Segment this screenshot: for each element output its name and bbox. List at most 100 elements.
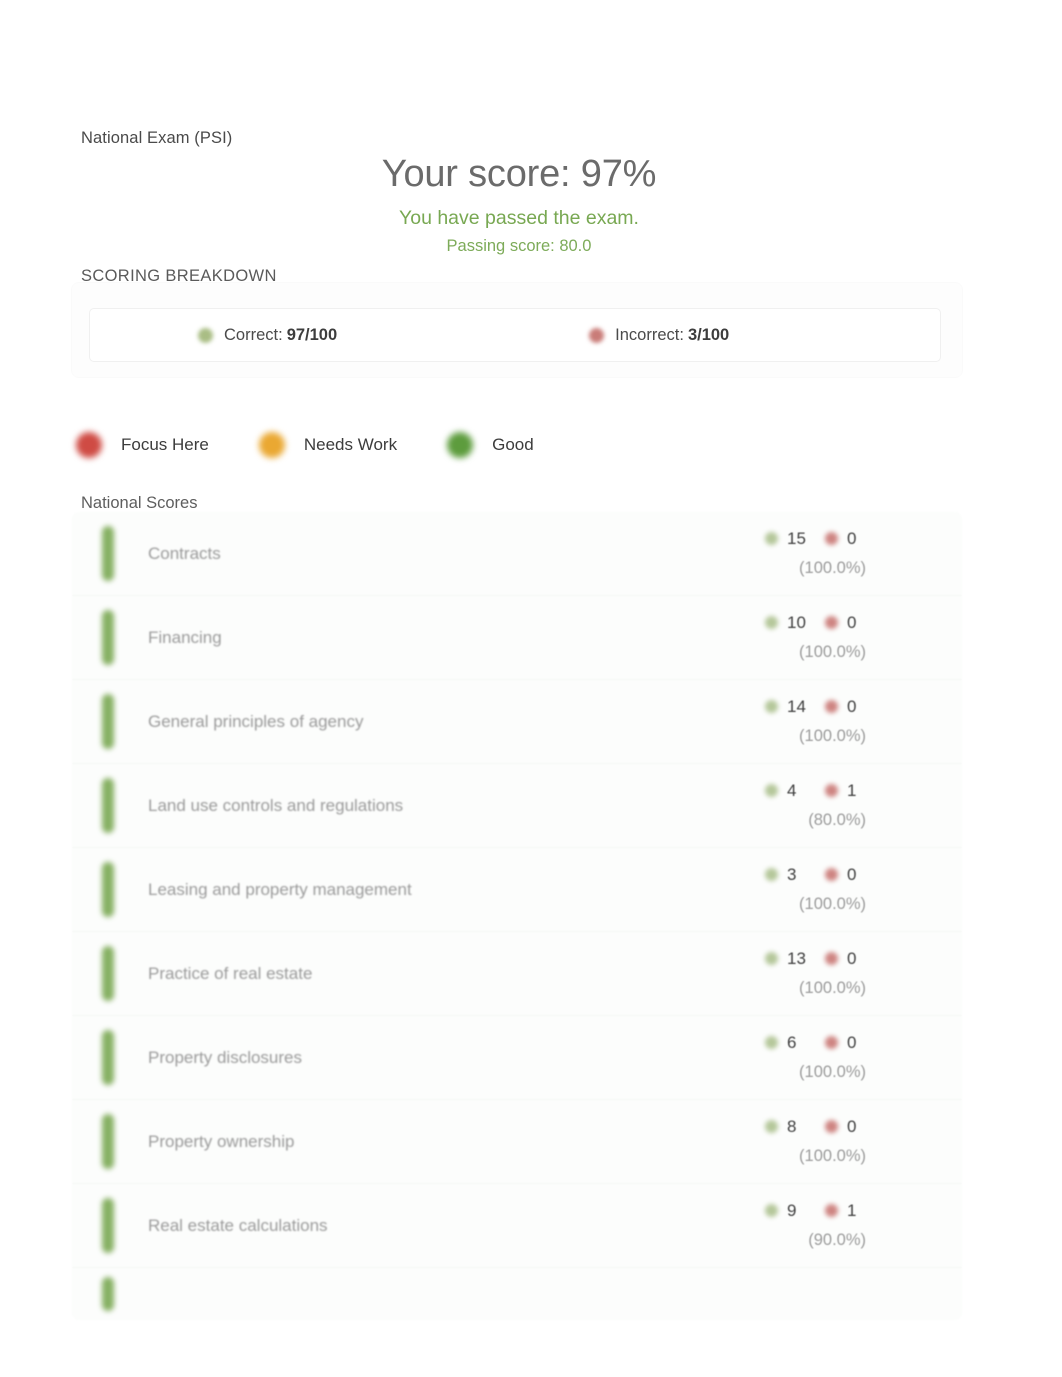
correct-count: 10 [787,612,806,632]
row-stats: 14 0 (100.0%) [722,698,962,746]
category-label: Property ownership [148,1131,295,1151]
incorrect-count: 1 [847,1200,857,1220]
correct-dot-icon [765,699,778,713]
correct-dot-icon [765,951,778,965]
correct-dot-icon [765,1035,778,1049]
row-counts: 14 0 [722,698,867,715]
row-counts: 91 [722,1202,867,1219]
row-percent: (90.0%) [808,1230,866,1249]
row-stats: 13 0 (100.0%) [722,950,962,998]
correct-dot-icon [765,531,778,545]
row-stats: 10 0 (100.0%) [722,614,962,662]
national-scores-table: Contracts 15 0 (100.0%) Financing 10 0 (100.0%)… [72,512,962,1320]
row-percent: (80.0%) [808,810,866,829]
incorrect-count: 0 [847,612,857,632]
category-label: Practice of real estate [148,963,313,983]
score-summary: Your score: 97% You have passed the exam… [81,152,957,259]
status-bar-icon [102,610,114,665]
correct-dot-icon [765,1119,778,1133]
table-row[interactable] [72,1268,962,1320]
row-percent: (100.0%) [799,894,866,913]
status-bar-icon [102,862,114,917]
legend-item-needs-work: Needs Work [258,432,397,458]
scoring-breakdown-inner: Correct: 97/100 Incorrect: 3/100 [89,308,941,362]
pass-message: You have passed the exam. [399,206,639,229]
row-counts: 10 0 [722,614,867,631]
incorrect-dot-icon [589,327,605,343]
status-bar-icon [102,1030,114,1085]
row-counts: 13 0 [722,950,867,967]
status-bar-icon [102,1198,114,1253]
incorrect-dot-icon [825,1035,838,1049]
row-percent: (100.0%) [799,558,866,577]
row-stats: 9 1 (90.0%) [722,1202,962,1250]
correct-count: 9 [787,1200,797,1220]
correct-count: 15 [787,528,806,548]
row-stats: 15 0 (100.0%) [722,530,962,578]
incorrect-dot-icon [825,951,838,965]
focus-here-dot-icon [76,432,102,458]
table-row[interactable]: Land use controls and regulations 4 1 (80.0… [72,764,962,848]
scoring-breakdown-card: Correct: 97/100 Incorrect: 3/100 [72,283,962,377]
correct-count: 8 [787,1116,797,1136]
incorrect-dot-icon [825,531,838,545]
status-bar-icon [102,1277,114,1311]
correct-count: 3 [787,864,797,884]
status-bar-icon [102,526,114,581]
correct-count: 4 [787,780,797,800]
row-counts: 80 [722,1118,867,1135]
incorrect-dot-icon [825,783,838,797]
exam-results-page: National Exam (PSI) Your score: 97% You … [0,0,1062,1377]
incorrect-count: 1 [847,780,857,800]
legend-label-focus-here: Focus Here [121,435,209,454]
row-percent: (100.0%) [799,1146,866,1165]
status-bar-icon [102,694,114,749]
status-legend: Focus Here Needs Work Good [76,432,584,458]
row-stats: 3 0 (100.0%) [722,866,962,914]
category-label: Leasing and property management [148,879,412,899]
table-row[interactable]: Real estate calculations 9 1 (90.0%) [72,1184,962,1268]
correct-count: 6 [787,1032,797,1052]
table-row[interactable]: Financing 10 0 (100.0%) [72,596,962,680]
correct-dot-icon [765,783,778,797]
row-percent: (100.0%) [799,1062,866,1081]
correct-count: 14 [787,696,806,716]
legend-item-focus-here: Focus Here [76,432,209,458]
legend-label-good: Good [492,435,534,454]
table-row[interactable]: General principles of agency 14 0 (100.0%) [72,680,962,764]
category-label: Property disclosures [148,1047,303,1067]
category-label: Contracts [148,543,221,563]
good-dot-icon [447,432,474,458]
row-stats: 6 0 (100.0%) [722,1034,962,1082]
category-label: Real estate calculations [148,1215,328,1235]
row-counts: 60 [722,1034,867,1051]
category-label: Land use controls and regulations [148,795,404,815]
incorrect-count: 0 [847,864,857,884]
status-bar-icon [102,1114,114,1169]
incorrect-label: Incorrect: [615,325,684,344]
correct-dot-icon [198,327,213,343]
incorrect-count: 0 [847,948,857,968]
national-scores-label: National Scores [81,494,198,512]
table-row[interactable]: Leasing and property management 3 0 (100.0%… [72,848,962,932]
correct-value: 97/100 [286,325,338,344]
row-stats: 4 1 (80.0%) [722,782,962,830]
table-row[interactable]: Contracts 15 0 (100.0%) [72,512,962,596]
table-row[interactable]: Practice of real estate 13 0 (100.0%) [72,932,962,1016]
row-counts: 15 0 [722,530,867,547]
incorrect-summary: Incorrect: 3/100 [589,326,729,345]
incorrect-dot-icon [825,615,838,629]
table-row[interactable]: Property disclosures 6 0 (100.0%) [72,1016,962,1100]
incorrect-value: 3/100 [687,325,730,344]
table-row[interactable]: Property ownership 8 0 (100.0%) [72,1100,962,1184]
category-label: General principles of agency [148,711,364,731]
score-headline: Your score: 97% [381,153,657,195]
incorrect-count: 0 [847,1116,857,1136]
needs-work-dot-icon [258,432,285,458]
correct-dot-icon [765,615,778,629]
incorrect-dot-icon [825,1203,838,1217]
row-percent: (100.0%) [799,978,866,997]
correct-dot-icon [765,1203,778,1217]
incorrect-count: 0 [847,696,857,716]
status-bar-icon [102,778,114,833]
